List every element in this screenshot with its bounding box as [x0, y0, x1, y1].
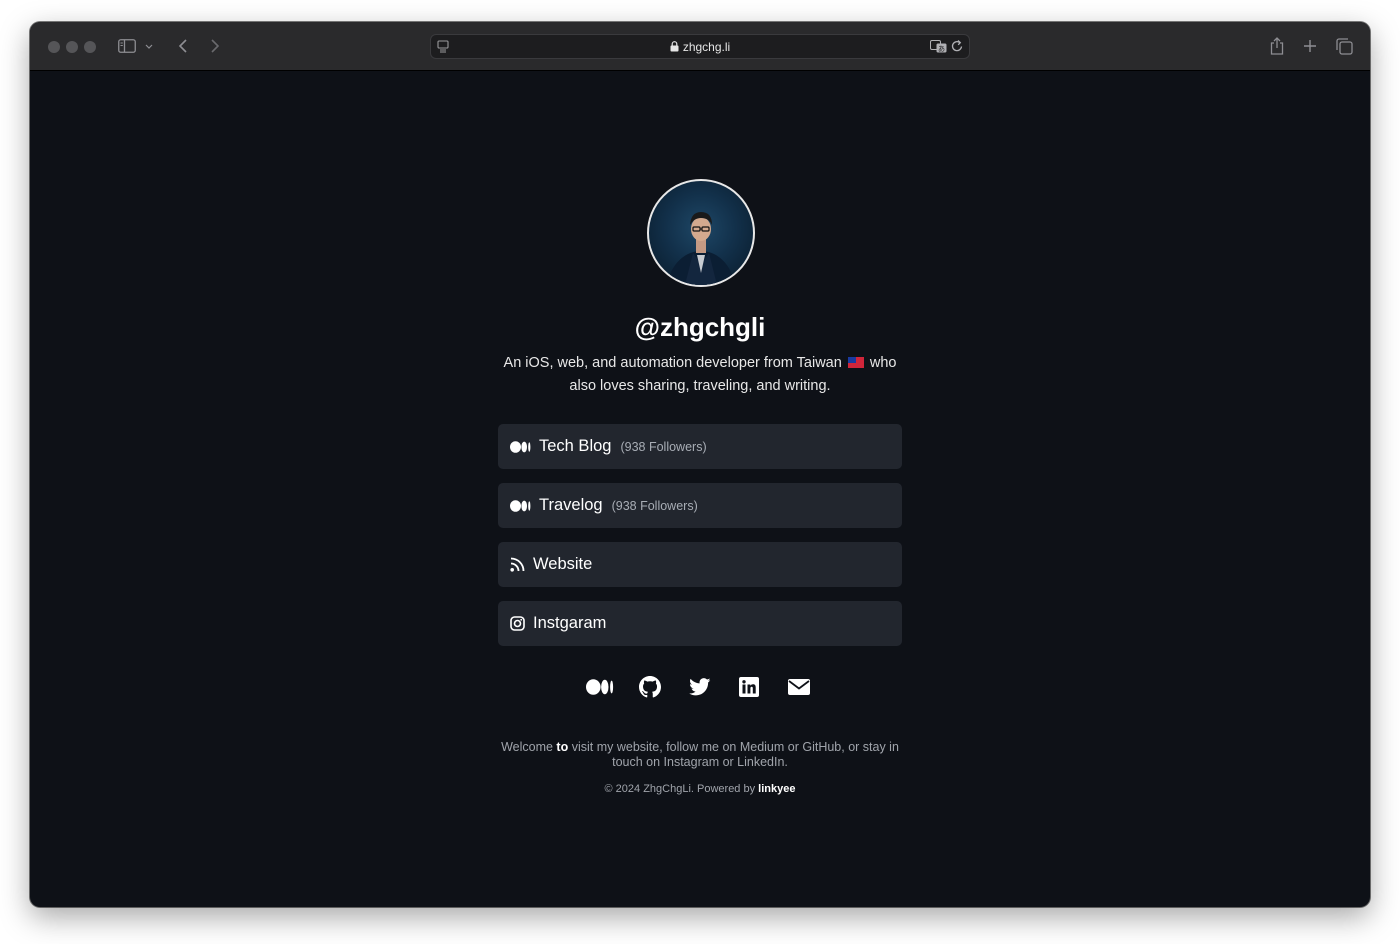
- reload-icon[interactable]: [951, 39, 964, 58]
- zoom-window-button[interactable]: [84, 41, 96, 53]
- minimize-window-button[interactable]: [66, 41, 78, 53]
- copyright: © 2024 ZhgChgLi. Powered by linkyee: [30, 783, 1370, 795]
- welcome-text-part1: Welcome: [501, 740, 553, 754]
- close-window-button[interactable]: [48, 41, 60, 53]
- followers-count: (938 Followers): [620, 439, 707, 454]
- instagram-icon: [510, 616, 525, 631]
- linkedin-icon[interactable]: [735, 675, 763, 699]
- url-text: zhgchg.li: [682, 40, 731, 54]
- medium-icon: [510, 499, 531, 512]
- link-button-instagram[interactable]: Instgaram: [498, 601, 902, 646]
- link-button-tech-blog[interactable]: Tech Blog (938 Followers): [498, 424, 902, 469]
- profile-handle: @zhgchgli: [634, 312, 766, 342]
- tab-overview-icon[interactable]: [1334, 36, 1354, 56]
- link-label: Website: [533, 555, 593, 573]
- translate-icon[interactable]: あ: [930, 40, 947, 58]
- email-icon[interactable]: [785, 675, 813, 699]
- link-label: Instgaram: [533, 614, 607, 632]
- address-bar[interactable]: zhgchg.li あ: [430, 34, 970, 59]
- sidebar-toggle-icon[interactable]: [117, 36, 137, 56]
- svg-text:あ: あ: [938, 45, 945, 53]
- page-content: @zhgchgli An iOS, web, and automation de…: [30, 71, 1370, 907]
- bio-text-part1: An iOS, web, and automation developer fr…: [503, 355, 842, 371]
- taiwan-flag-icon: [847, 357, 864, 368]
- chevron-down-icon[interactable]: [143, 36, 155, 56]
- powered-by-link[interactable]: linkyee: [758, 783, 795, 795]
- welcome-text-bold: to: [556, 740, 569, 754]
- back-icon[interactable]: [173, 36, 193, 56]
- github-icon[interactable]: [636, 675, 664, 699]
- forward-icon[interactable]: [205, 36, 225, 56]
- link-button-travelog[interactable]: Travelog (938 Followers): [498, 483, 902, 528]
- link-label: Tech Blog: [539, 437, 612, 455]
- welcome-text-part2: visit my website, follow me on Medium or…: [571, 740, 899, 769]
- link-button-website[interactable]: Website: [498, 542, 902, 587]
- link-label: Travelog: [539, 496, 603, 514]
- avatar: [647, 179, 755, 287]
- lock-icon: [670, 41, 679, 55]
- browser-window: zhgchg.li あ @zhgchgli An iOS, web, and a…: [30, 22, 1370, 907]
- new-tab-icon[interactable]: [1300, 36, 1320, 56]
- rss-icon: [510, 557, 525, 572]
- welcome-text: Welcome to visit my website, follow me o…: [490, 740, 910, 770]
- profile-bio: An iOS, web, and automation developer fr…: [500, 352, 900, 398]
- followers-count: (938 Followers): [611, 498, 698, 513]
- copyright-text: © 2024 ZhgChgLi. Powered by: [604, 783, 756, 795]
- twitter-icon[interactable]: [686, 675, 714, 699]
- medium-icon[interactable]: [586, 675, 614, 699]
- share-icon[interactable]: [1267, 36, 1287, 56]
- browser-toolbar: zhgchg.li あ: [30, 22, 1370, 71]
- medium-icon: [510, 440, 531, 453]
- url-text-container: zhgchg.li: [431, 40, 969, 55]
